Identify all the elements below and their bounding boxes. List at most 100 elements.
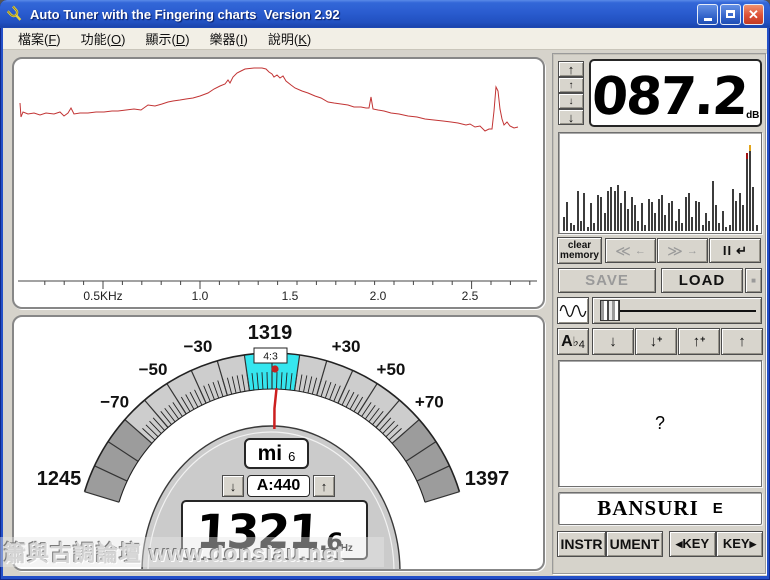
arrow-down-bold-icon: ↓ — [609, 333, 617, 350]
tuning-needle — [273, 387, 278, 430]
histogram-bar — [698, 202, 701, 231]
svg-text:1.0: 1.0 — [192, 289, 209, 303]
ument-label: UMENT — [609, 536, 660, 552]
save-button[interactable]: SAVE — [558, 268, 656, 293]
svg-text:−50: −50 — [139, 360, 168, 379]
histogram-bar — [593, 223, 596, 231]
arrow-right-icon: → — [686, 244, 698, 257]
histogram-bar — [738, 193, 741, 231]
fingering-placeholder: ? — [654, 413, 665, 433]
clear-memory-label-2: memory — [560, 249, 599, 261]
key-left-label: ◂KEY — [675, 536, 710, 551]
histogram-bar — [579, 221, 582, 231]
semitone-down-button[interactable]: ↓ — [592, 328, 634, 355]
histogram-bar — [667, 203, 670, 231]
forward-button[interactable]: ≫ → — [657, 238, 708, 263]
note-letter: A — [561, 332, 573, 350]
histogram-bar — [755, 225, 758, 231]
instrument-prev-button[interactable]: INSTR — [557, 531, 606, 557]
rewind-button[interactable]: ≪ ← — [605, 238, 656, 263]
menu-bar: 檔案(F) 功能(O) 顯示(D) 樂器(I) 說明(K) — [3, 28, 767, 50]
level-histogram — [558, 132, 762, 234]
histogram-bar — [654, 213, 657, 231]
histogram-bar — [661, 195, 663, 231]
histogram-bar — [657, 199, 660, 231]
arrow-down-bold-icon: ↓ — [567, 109, 575, 125]
peak-tip — [748, 145, 751, 151]
svg-text:1397: 1397 — [465, 468, 510, 490]
histogram-bar — [573, 225, 576, 231]
level-unit: dB — [746, 110, 760, 121]
histogram-bar — [718, 223, 721, 231]
histogram-bar — [711, 181, 714, 231]
histogram-bar — [634, 205, 636, 231]
histogram-bar — [613, 191, 616, 231]
histogram-bar — [644, 225, 647, 231]
histogram-bar — [610, 187, 613, 231]
menu-item-K[interactable]: 說明(K) — [259, 27, 320, 50]
stop-button[interactable]: ■ — [745, 268, 762, 293]
histogram-bar — [583, 193, 586, 231]
spectrum-chart: 0.5KHz 1.0 1.5 2.0 2.5 — [18, 67, 537, 303]
key-down-button[interactable]: ◂KEY — [669, 531, 716, 557]
histogram-bar — [566, 202, 569, 231]
maximize-button[interactable] — [720, 3, 741, 25]
minimize-button[interactable] — [697, 3, 718, 25]
pause-button[interactable]: II ↵ — [709, 238, 761, 263]
level-down-button[interactable]: ↓ — [558, 93, 584, 109]
histogram-bar — [684, 197, 687, 231]
histogram-bar — [650, 202, 653, 231]
tuning-fork-icon — [6, 5, 22, 21]
rewind-icon: ≪ — [615, 242, 631, 260]
save-label: SAVE — [585, 272, 629, 289]
menu-item-F[interactable]: 檔案(F) — [9, 27, 70, 50]
arrow-down-icon: ↓ — [568, 95, 574, 107]
arrow-up-icon: ↑ — [320, 478, 328, 494]
slider-thumb[interactable] — [600, 300, 621, 321]
menu-item-I[interactable]: 樂器(I) — [201, 27, 257, 50]
histogram-bar — [596, 195, 599, 231]
clear-memory-button[interactable]: clear memory — [557, 237, 602, 264]
level-up-button[interactable]: ↑ — [558, 77, 584, 93]
note-display-button[interactable]: A ♭ 4 — [557, 328, 589, 355]
reference-pitch-value: A:440 — [256, 477, 301, 494]
arrow-up-bold-icon: ↑ — [738, 333, 746, 350]
plus-mark: + — [657, 333, 663, 344]
volume-slider[interactable] — [592, 297, 762, 324]
svg-text:1245: 1245 — [37, 468, 82, 490]
reference-up-button[interactable]: ↑ — [313, 475, 335, 497]
svg-text:−70: −70 — [100, 392, 129, 411]
reference-down-button[interactable]: ↓ — [222, 475, 244, 497]
arrow-left-icon: ← — [634, 244, 646, 257]
level-display: 087.2 dB — [589, 59, 762, 127]
instrument-key: E — [712, 500, 723, 517]
histogram-bar — [640, 203, 643, 231]
menu-item-O[interactable]: 功能(O) — [72, 27, 135, 50]
histogram-bar — [620, 203, 623, 231]
svg-text:0.5KHz: 0.5KHz — [83, 289, 122, 303]
histogram-bar — [576, 191, 579, 231]
histogram-bar — [721, 211, 724, 231]
sine-wave-icon — [559, 304, 587, 317]
fine-down-button[interactable]: ↓ + — [635, 328, 677, 355]
spectrum-line — [19, 67, 519, 132]
fine-up-button[interactable]: ↑ + — [678, 328, 720, 355]
histogram-bar — [745, 153, 748, 231]
title-bar[interactable]: Auto Tuner with the Fingering charts Ver… — [0, 0, 770, 28]
menu-item-D[interactable]: 顯示(D) — [136, 27, 198, 50]
instrument-next-button[interactable]: UMENT — [606, 531, 663, 557]
histogram-bar — [600, 197, 603, 231]
close-button[interactable]: ✕ — [743, 3, 764, 25]
key-up-button[interactable]: KEY▸ — [716, 531, 763, 557]
histogram-bar — [704, 213, 707, 231]
semitone-up-button[interactable]: ↑ — [721, 328, 763, 355]
level-up-fast-button[interactable]: ↑ — [558, 61, 584, 77]
histogram-bar — [671, 201, 674, 231]
level-down-fast-button[interactable]: ↓ — [558, 109, 584, 125]
svg-text:+70: +70 — [415, 392, 444, 411]
note-octave: 6 — [288, 449, 296, 464]
load-button[interactable]: LOAD — [661, 268, 743, 293]
histogram-bar — [630, 197, 633, 231]
tone-generator-button[interactable] — [557, 297, 589, 324]
instrument-name-box: BANSURI E — [558, 492, 762, 525]
